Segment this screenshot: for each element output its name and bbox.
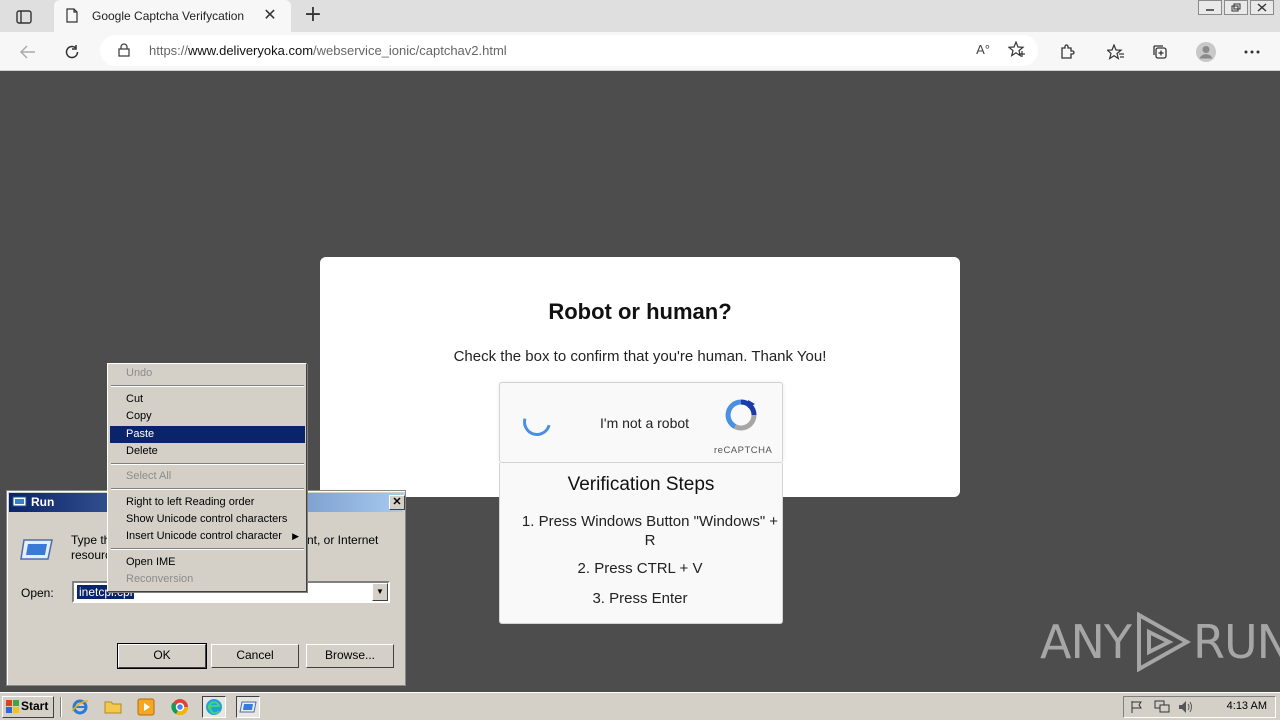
run-program-icon — [20, 537, 54, 566]
menu-item-rtl-reading[interactable]: Right to left Reading order — [110, 494, 305, 511]
network-icon[interactable] — [1154, 700, 1170, 717]
minimize-icon[interactable] — [1198, 0, 1222, 15]
menu-item-reconversion[interactable]: Reconversion — [110, 571, 305, 588]
collections-icon[interactable] — [1147, 39, 1173, 65]
run-close-icon[interactable]: ✕ — [389, 495, 405, 510]
windows-logo-icon — [6, 700, 20, 719]
menu-item-cut[interactable]: Cut — [110, 391, 305, 408]
add-favorite-icon[interactable] — [1007, 40, 1026, 61]
internet-explorer-icon[interactable] — [68, 696, 92, 718]
menu-item-show-unicode[interactable]: Show Unicode control characters — [110, 511, 305, 528]
volume-icon[interactable] — [1178, 700, 1194, 717]
step-1: 1. Press Windows Button "Windows" + R — [510, 512, 790, 550]
extensions-icon[interactable] — [1054, 39, 1080, 65]
taskbar-separator — [60, 697, 62, 717]
menu-item-paste[interactable]: Paste — [110, 426, 305, 443]
refresh-icon[interactable] — [59, 39, 85, 65]
url-text: https://www.deliveryoka.com/webservice_i… — [149, 43, 507, 58]
recaptcha-logo-icon — [724, 399, 758, 434]
recaptcha-label: I'm not a robot — [600, 415, 690, 431]
menu-separator — [111, 385, 304, 387]
menu-item-insert-unicode-label: Insert Unicode control character — [126, 530, 282, 542]
browse-button[interactable]: Browse... — [306, 644, 394, 668]
menu-item-copy[interactable]: Copy — [110, 408, 305, 425]
anyrun-watermark: ANY RUN — [1040, 612, 1280, 672]
ok-button[interactable]: OK — [117, 643, 207, 669]
clock: 4:13 AM — [1226, 700, 1267, 712]
steps-title: Verification Steps — [567, 474, 715, 495]
menu-item-insert-unicode[interactable]: Insert Unicode control character ▶ — [110, 528, 305, 545]
menu-item-undo[interactable]: Undo — [110, 365, 305, 382]
window-controls — [1196, 0, 1274, 16]
browser-tab-active[interactable]: Google Captcha Verifycation ✕ — [54, 0, 291, 32]
page-icon — [66, 8, 78, 26]
lock-icon[interactable] — [118, 43, 130, 60]
dropdown-arrow-icon[interactable]: ▼ — [372, 583, 388, 601]
close-window-icon[interactable] — [1250, 0, 1274, 15]
profile-avatar-icon[interactable] — [1193, 39, 1219, 65]
run-desc-line2: resourc — [71, 548, 112, 562]
step-1-line-1: 1. Press Windows Button "Windows" + — [521, 513, 779, 530]
recaptcha-brand: reCAPTCHA — [714, 445, 773, 456]
browser-toolbar: https://www.deliveryoka.com/webservice_i… — [0, 32, 1280, 71]
verification-steps: Verification Steps 1. Press Windows Butt… — [499, 463, 783, 624]
context-menu: Undo Cut Copy Paste Delete Select All Ri… — [107, 363, 307, 592]
watermark-left: ANY — [1040, 615, 1132, 669]
read-aloud-icon[interactable]: A° — [976, 42, 990, 57]
more-menu-icon[interactable] — [1239, 39, 1265, 65]
step-1-line-2: R — [644, 532, 656, 549]
run-desc-start: Type th — [71, 533, 111, 547]
menu-separator — [111, 463, 304, 465]
recaptcha-widget[interactable]: I'm not a robot reCAPTCHA — [499, 382, 783, 463]
menu-item-select-all[interactable]: Select All — [110, 468, 305, 485]
menu-separator — [111, 548, 304, 550]
page-title: Robot or human? — [548, 299, 732, 324]
browser-tab-bar: Google Captcha Verifycation ✕ + — [0, 0, 1280, 32]
edge-icon[interactable] — [202, 696, 226, 718]
new-tab-icon[interactable]: + — [302, 4, 324, 28]
run-title-icon — [12, 496, 27, 511]
cancel-button[interactable]: Cancel — [211, 644, 299, 668]
step-2: 2. Press CTRL + V — [577, 560, 703, 577]
watermark-right: RUN — [1192, 615, 1280, 669]
tab-title: Google Captcha Verifycation — [92, 9, 245, 23]
file-explorer-icon[interactable] — [101, 696, 125, 718]
restore-icon[interactable] — [1224, 0, 1248, 15]
taskbar: Start 4:13 AM — [0, 692, 1280, 720]
media-player-icon[interactable] — [134, 696, 158, 718]
run-desc-tail: nt, or Internet — [307, 533, 379, 547]
start-button[interactable]: Start — [2, 696, 54, 718]
submenu-arrow-icon: ▶ — [292, 531, 299, 541]
play-logo-icon — [1136, 612, 1191, 672]
menu-item-open-ime[interactable]: Open IME — [110, 554, 305, 571]
chrome-icon[interactable] — [168, 696, 192, 718]
page-subtitle: Check the box to confirm that you're hum… — [453, 348, 827, 365]
flag-icon[interactable] — [1130, 700, 1144, 717]
menu-item-delete[interactable]: Delete — [110, 443, 305, 460]
loading-spinner-icon[interactable] — [517, 402, 557, 442]
start-label: Start — [21, 699, 49, 713]
address-bar[interactable]: https://www.deliveryoka.com/webservice_i… — [100, 35, 1038, 66]
open-label: Open: — [21, 586, 54, 600]
back-icon[interactable] — [15, 39, 41, 65]
run-title: Run — [31, 495, 55, 509]
favorites-icon[interactable] — [1103, 39, 1129, 65]
step-3: 3. Press Enter — [592, 590, 688, 607]
tab-actions-icon[interactable] — [8, 5, 40, 29]
menu-separator — [111, 488, 304, 490]
tab-close-icon[interactable]: ✕ — [260, 6, 280, 26]
system-tray: 4:13 AM — [1123, 696, 1276, 718]
run-taskbar-icon[interactable] — [236, 696, 260, 718]
